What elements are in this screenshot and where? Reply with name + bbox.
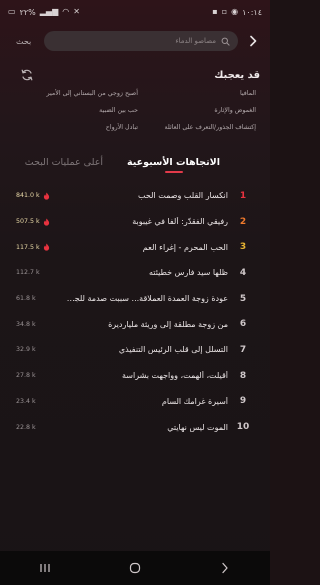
back-button[interactable] bbox=[246, 34, 260, 48]
popularity: 23.4 k bbox=[16, 398, 66, 405]
recent-apps-icon bbox=[40, 564, 50, 572]
home-icon bbox=[129, 562, 141, 574]
home-button[interactable] bbox=[120, 558, 150, 578]
popularity: 841.0 k bbox=[16, 192, 66, 200]
book-title: عودة زوجة العمدة العملاقة... سببت صدمة ل… bbox=[66, 294, 228, 304]
tab-top-searches[interactable]: أعلى عمليات البحث bbox=[25, 157, 103, 173]
read-count: 112.7 k bbox=[16, 269, 40, 277]
book-title: أقيلت، ألهمت، وواجهت بشراسة bbox=[121, 371, 228, 381]
search-row: بحث bbox=[0, 26, 270, 56]
search-icon bbox=[221, 37, 230, 46]
popularity: 507.5 k bbox=[16, 218, 66, 226]
rank-number: 2 bbox=[239, 216, 247, 227]
read-count: 22.8 k bbox=[16, 423, 36, 431]
rank-number: 7 bbox=[239, 344, 247, 355]
suggestion-item[interactable]: حب بين الضبية bbox=[20, 107, 138, 114]
rank-number: 3 bbox=[239, 242, 247, 253]
chevron-right-icon bbox=[250, 35, 257, 47]
status-bar-left: ▭ ٢٢% ▂▄▆ ◠ ✕ bbox=[8, 8, 80, 17]
popularity: 32.9 k bbox=[16, 346, 66, 353]
read-count: 507.5 k bbox=[16, 218, 40, 226]
recent-apps-button[interactable] bbox=[30, 558, 60, 578]
table-row[interactable]: 5 عودة زوجة العمدة العملاقة... سببت صدمة… bbox=[0, 286, 270, 312]
table-row[interactable]: 7 التسلل إلى قلب الرئيس التنفيذي 32.9 k bbox=[0, 337, 270, 363]
book-title: ظلها سيد فارس خطيئته bbox=[148, 268, 228, 278]
system-nav-bar bbox=[0, 551, 270, 585]
popularity: 117.5 k bbox=[16, 243, 66, 251]
status-time: ١٠:١٤ bbox=[242, 7, 262, 17]
rank-number: 9 bbox=[239, 396, 247, 407]
book-title: الموت ليس نهايتي bbox=[167, 422, 228, 432]
table-row[interactable]: 8 أقيلت، ألهمت، وواجهت بشراسة 27.8 k bbox=[0, 363, 270, 389]
fire-icon bbox=[43, 192, 49, 200]
suggestion-item[interactable]: أصبح زوجي من البستاني إلى الأمير bbox=[20, 90, 138, 97]
search-button[interactable]: بحث bbox=[16, 37, 36, 46]
signal-icon: ▂▄▆ bbox=[39, 7, 59, 16]
book-title: الحب المحرم - إغراء العم bbox=[142, 242, 228, 252]
table-row[interactable]: 2 رفيقي الفقدّر: ألفا في غيبوبة 507.5 k bbox=[0, 209, 270, 235]
popularity: 34.8 k bbox=[16, 321, 66, 328]
trending-list: 1 انكسار القلب وصمت الحب 841.0 k 2 رفيقي… bbox=[0, 183, 270, 440]
app-screen: ▭ ٢٢% ▂▄▆ ◠ ✕ ▪ ▫ ◉ ١٠:١٤ بحث مصاصو الدم… bbox=[0, 0, 270, 585]
fire-icon bbox=[43, 218, 49, 226]
read-count: 61.8 k bbox=[16, 295, 36, 303]
rank-number: 8 bbox=[239, 370, 247, 381]
popularity: 112.7 k bbox=[16, 269, 66, 276]
table-row[interactable]: 1 انكسار القلب وصمت الحب 841.0 k bbox=[0, 183, 270, 209]
read-count: 23.4 k bbox=[16, 397, 36, 405]
read-count: 34.8 k bbox=[16, 320, 36, 328]
status-bar-right: ▪ ▫ ◉ ١٠:١٤ bbox=[212, 8, 262, 17]
book-title: رفيقي الفقدّر: ألفا في غيبوبة bbox=[132, 217, 228, 227]
book-title: أسيرة غرامك السام bbox=[161, 396, 228, 406]
suggestions-grid: المافيا أصبح زوجي من البستاني إلى الأمير… bbox=[0, 86, 270, 131]
wifi-icon: ◠ bbox=[62, 7, 70, 16]
table-row[interactable]: 4 ظلها سيد فارس خطيئته 112.7 k bbox=[0, 260, 270, 286]
rank-number: 5 bbox=[239, 293, 247, 304]
table-row[interactable]: 3 الحب المحرم - إغراء العم 117.5 k bbox=[0, 234, 270, 260]
table-row[interactable]: 6 من زوجة مطلقة إلى وريثة مليارديرة 34.8… bbox=[0, 311, 270, 337]
refresh-icon[interactable] bbox=[20, 68, 34, 82]
rank-number: 4 bbox=[239, 267, 247, 278]
read-count: 841.0 k bbox=[16, 192, 40, 200]
notification-icon: ▪ bbox=[212, 7, 218, 16]
ranking-tabs: الاتجاهات الأسبوعية أعلى عمليات البحث bbox=[0, 151, 270, 173]
search-box[interactable] bbox=[44, 31, 238, 51]
chevron-right-icon bbox=[222, 562, 228, 574]
rank-number: 6 bbox=[239, 319, 247, 330]
suggestion-item[interactable]: تبادل الأرواح bbox=[20, 124, 138, 131]
fire-icon bbox=[43, 243, 49, 251]
read-count: 117.5 k bbox=[16, 243, 40, 251]
book-title: انكسار القلب وصمت الحب bbox=[138, 191, 228, 201]
popularity: 22.8 k bbox=[16, 424, 66, 431]
popularity: 27.8 k bbox=[16, 372, 66, 379]
suggestions-header: قد يعجبك bbox=[0, 64, 270, 86]
book-title: التسلل إلى قلب الرئيس التنفيذي bbox=[118, 345, 228, 355]
suggestion-item[interactable]: الغموض والإثارة bbox=[138, 107, 256, 114]
mute-icon: ✕ bbox=[73, 7, 80, 16]
book-title: من زوجة مطلقة إلى وريثة مليارديرة bbox=[108, 319, 228, 329]
tab-weekly-trends[interactable]: الاتجاهات الأسبوعية bbox=[127, 157, 220, 173]
battery-icon: ▭ bbox=[8, 7, 16, 16]
table-row[interactable]: 9 أسيرة غرامك السام 23.4 k bbox=[0, 389, 270, 415]
read-count: 32.9 k bbox=[16, 346, 36, 354]
suggestion-item[interactable]: المافيا bbox=[138, 90, 256, 97]
read-count: 27.8 k bbox=[16, 372, 36, 380]
rank-number: 10 bbox=[236, 422, 250, 433]
suggestions-title: قد يعجبك bbox=[214, 69, 260, 81]
rank-number: 1 bbox=[239, 190, 247, 201]
back-nav-button[interactable] bbox=[210, 558, 240, 578]
snapchat-icon: ◉ bbox=[231, 7, 239, 16]
app-notification-icon: ▫ bbox=[221, 7, 228, 16]
suggestion-item[interactable]: إكتشاف الجذور/التعرف على العائلة bbox=[138, 124, 257, 131]
popularity: 61.8 k bbox=[16, 295, 66, 302]
search-input[interactable] bbox=[96, 37, 216, 45]
status-bar: ▭ ٢٢% ▂▄▆ ◠ ✕ ▪ ▫ ◉ ١٠:١٤ bbox=[0, 0, 270, 24]
battery-level: ٢٢% bbox=[19, 7, 36, 17]
table-row[interactable]: 10 الموت ليس نهايتي 22.8 k bbox=[0, 414, 270, 440]
